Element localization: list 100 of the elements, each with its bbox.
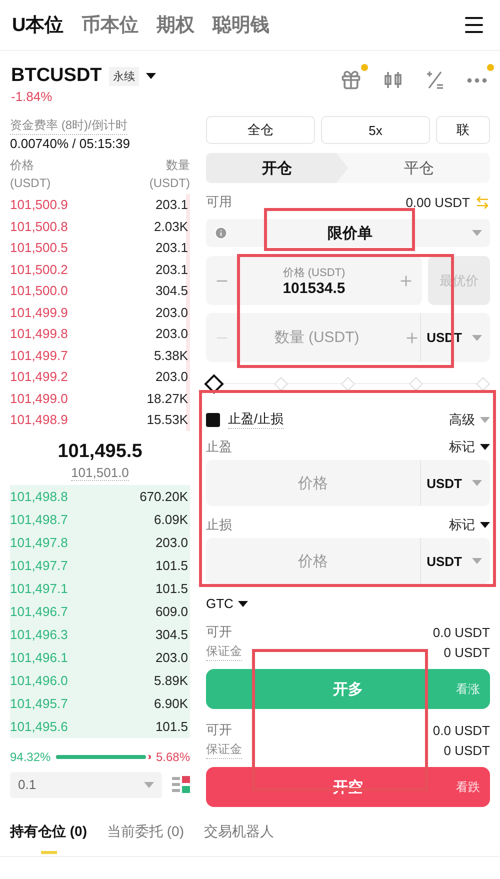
ask-price: 101,500.0 (10, 283, 68, 298)
bid-price: 101,497.8 (10, 534, 68, 550)
side-tab[interactable]: 开仓 (206, 153, 348, 183)
bid-quantity: 670.20K (140, 488, 188, 504)
bid-quantity: 6.09K (154, 512, 188, 526)
info-value: 0 USDT (444, 742, 490, 758)
bid-price: 101,496.3 (10, 626, 68, 642)
market-tab[interactable]: 币本位 (82, 12, 139, 38)
tpsl-row-label: 止盈 (206, 438, 232, 456)
ask-price: 101,499.7 (10, 348, 68, 363)
trigger-price-field[interactable]: 价格 USDT (206, 460, 490, 506)
column-header: (USDT) (10, 176, 51, 190)
buy-ratio: 94.32% (10, 750, 51, 764)
ask-quantity: 203.1 (155, 262, 188, 277)
bid-price: 101,497.7 (10, 558, 68, 572)
info-value: 0 USDT (444, 644, 490, 660)
bid-quantity: 5.89K (154, 672, 188, 688)
plus-icon[interactable] (404, 330, 420, 346)
funding-label: 资金费率 (8时)/倒计时 (10, 117, 128, 135)
position-tab[interactable]: 当前委托 (0) (107, 808, 184, 856)
bid-quantity: 609.0 (155, 604, 188, 618)
position-tab[interactable]: 持有仓位 (0) (10, 808, 87, 856)
ask-quantity: 203.0 (155, 369, 188, 384)
bid-quantity: 101.5 (155, 558, 188, 572)
precision-select[interactable]: 0.1 (10, 772, 162, 798)
last-price: 101,495.5 (56, 440, 144, 462)
info-label: 保证金 (206, 741, 242, 759)
ask-quantity: 203.1 (155, 240, 188, 256)
plus-icon[interactable] (398, 272, 414, 288)
caret-icon (472, 230, 482, 236)
market-tab[interactable]: 聪明钱 (212, 12, 270, 38)
available-label: 可用 (206, 193, 232, 211)
side-tab[interactable]: 平仓 (348, 153, 490, 183)
symbol-name[interactable]: BTCUSDT (11, 65, 102, 87)
bid-quantity: 101.5 (155, 718, 188, 734)
notification-dot (487, 64, 494, 71)
more-icon (467, 78, 487, 82)
field-label: 价格 (USDT) (282, 266, 346, 280)
trigger-price-field[interactable]: 价格 USDT (206, 538, 490, 584)
caret-icon (480, 444, 490, 450)
bid-price: 101,495.6 (10, 718, 68, 734)
info-value: 0.0 USDT (432, 624, 490, 640)
ask-quantity: 203.0 (155, 326, 188, 342)
ask-quantity: 203.1 (155, 197, 188, 212)
trigger-select[interactable]: 标记 (449, 516, 490, 534)
order-type-select[interactable]: 限价单 (206, 219, 490, 247)
ask-quantity: 15.53K (146, 412, 188, 428)
price-field[interactable]: 价格 (USDT) 101534.5 (206, 256, 422, 305)
checkbox[interactable] (206, 412, 220, 426)
notification-dot (361, 64, 368, 71)
caret-icon (480, 522, 490, 528)
bid-quantity: 6.90K (154, 696, 188, 710)
caret-icon (472, 558, 482, 564)
trigger-select[interactable]: 标记 (449, 438, 490, 456)
position-tab[interactable]: 交易机器人 (204, 808, 274, 856)
ask-price: 101,500.9 (10, 197, 68, 212)
bid-price: 101,497.1 (10, 580, 68, 596)
mode-select[interactable]: 高级 (449, 410, 490, 428)
bid-price: 101,498.7 (10, 512, 68, 526)
ask-price: 101,498.9 (10, 412, 68, 428)
ask-quantity: 5.38K (154, 348, 188, 363)
market-tab[interactable]: U本位 (12, 12, 64, 38)
candlestick-icon (383, 69, 403, 91)
ask-price: 101,499.9 (10, 304, 68, 320)
ask-price: 101,500.8 (10, 218, 68, 234)
ask-quantity: 203.0 (155, 304, 188, 320)
price-change: -1.84% (11, 89, 54, 104)
info-icon (214, 226, 228, 240)
margin-button[interactable]: 联 (436, 116, 490, 144)
gift-icon (340, 69, 362, 91)
bid-quantity: 304.5 (155, 626, 188, 642)
column-header: 数量 (166, 157, 190, 174)
info-label: 可开 (206, 623, 232, 641)
bid-price: 101,498.8 (10, 488, 68, 504)
info-value: 0.0 USDT (432, 722, 490, 738)
ask-quantity: 2.03K (154, 218, 188, 234)
tpsl-label: 止盈/止损 (228, 410, 284, 429)
tpsl-row-label: 止损 (206, 516, 232, 534)
margin-button[interactable]: 5x (321, 116, 430, 144)
transfer-icon[interactable] (475, 194, 490, 210)
bid-quantity: 203.0 (155, 650, 188, 664)
bid-quantity: 203.0 (155, 534, 188, 550)
margin-button[interactable]: 全仓 (206, 116, 315, 144)
caret-icon (472, 480, 482, 486)
time-in-force-select[interactable]: GTC (206, 596, 490, 611)
info-label: 可开 (206, 721, 232, 739)
available-value: 0.00 USDT (406, 194, 470, 210)
market-tab[interactable]: 期权 (156, 12, 195, 38)
ask-price: 101,499.8 (10, 326, 68, 342)
caret-icon (480, 416, 490, 422)
layout-icon[interactable] (172, 774, 190, 794)
ask-quantity: 304.5 (155, 283, 188, 298)
unit-label[interactable]: USDT (426, 476, 462, 490)
button-hint: 看涨 (456, 680, 480, 698)
ask-price: 101,500.5 (10, 240, 68, 256)
sell-ratio: 5.68% (156, 750, 190, 764)
bid-price: 101,495.7 (10, 696, 68, 710)
bid-quantity: 101.5 (155, 580, 188, 596)
unit-label[interactable]: USDT (426, 554, 462, 568)
mark-price: 101,501.0 (71, 464, 129, 480)
